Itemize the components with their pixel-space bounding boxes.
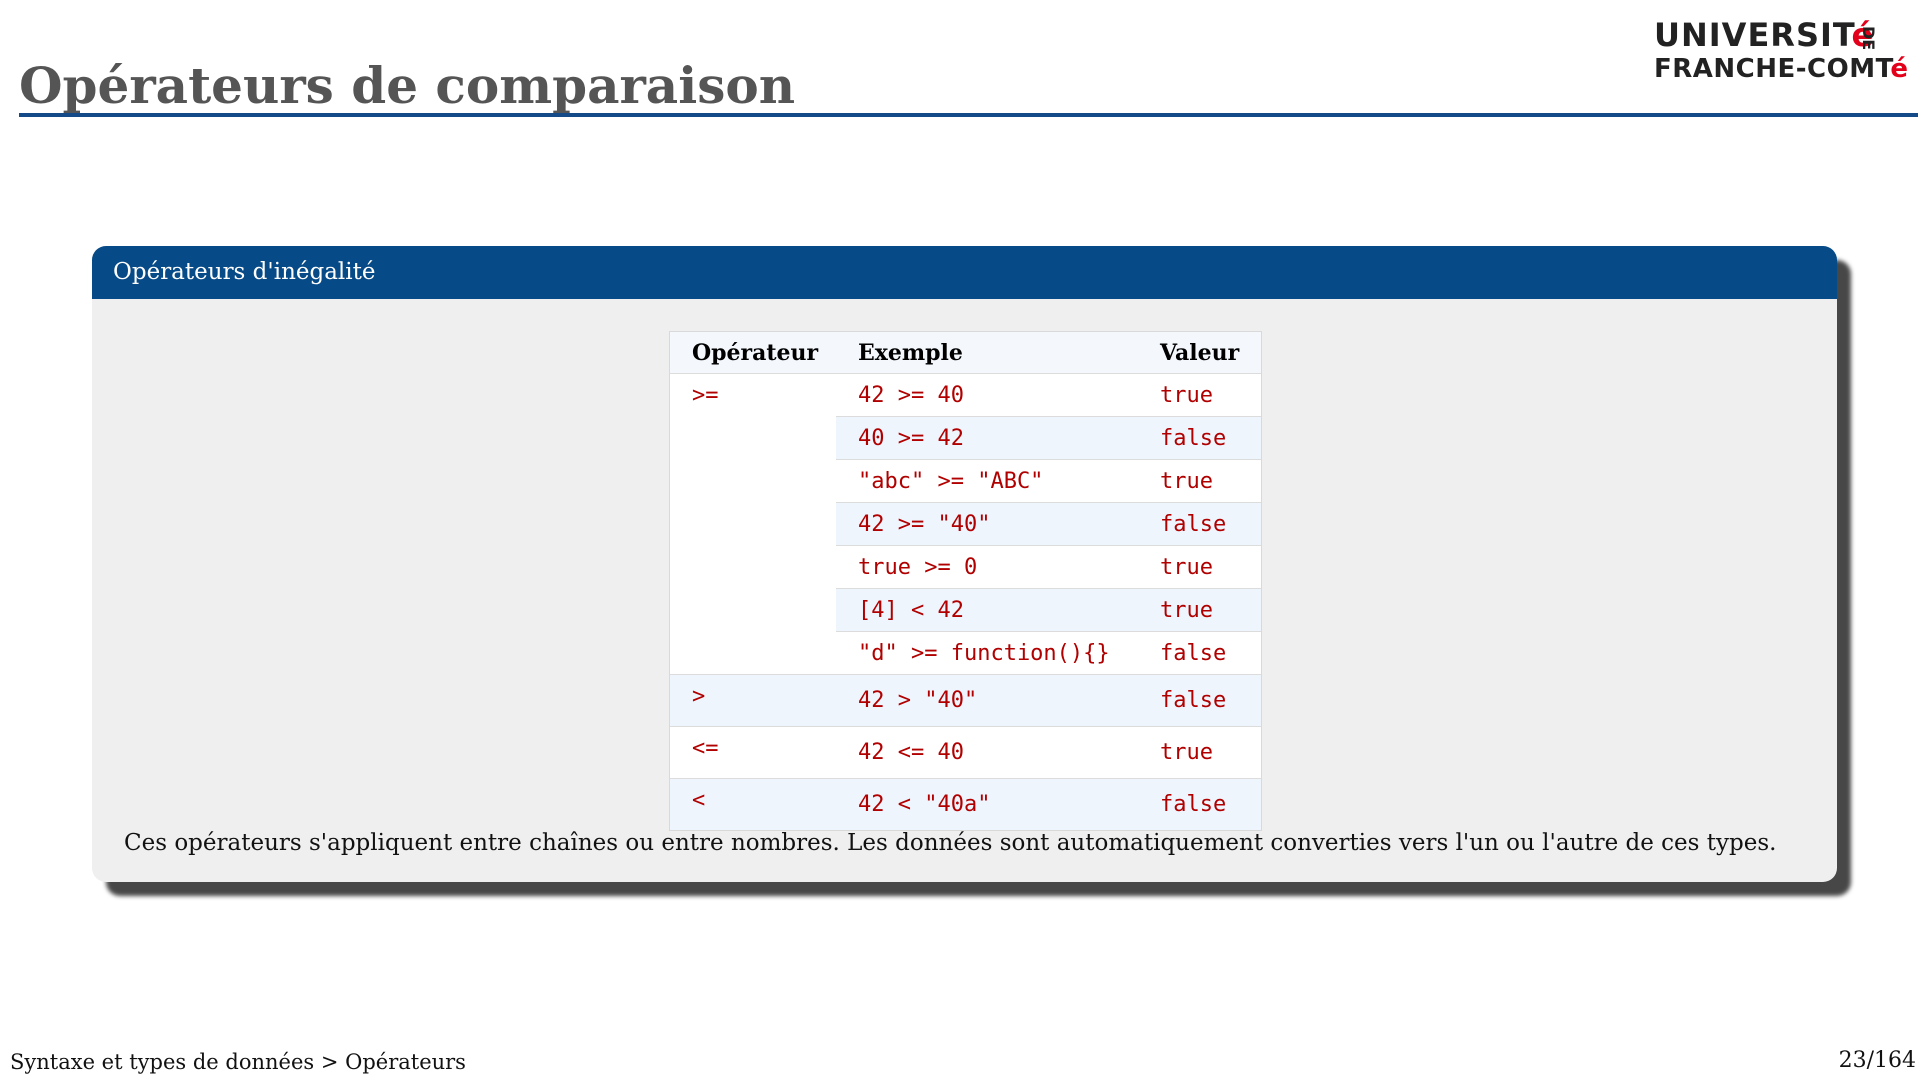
title-rule bbox=[19, 113, 1918, 117]
value-cell: true bbox=[1138, 726, 1261, 779]
operator-cell: < bbox=[670, 778, 836, 830]
example-cell: 42 >= "40" bbox=[836, 502, 1138, 546]
inequality-operators-block: Opérateurs d'inégalité Opérateur Exemple… bbox=[92, 246, 1837, 882]
example-cell: 42 < "40a" bbox=[836, 778, 1138, 830]
table-row: <= 42 <= 40 true bbox=[670, 726, 1261, 779]
value-cell: true bbox=[1138, 373, 1261, 417]
block-title: Opérateurs d'inégalité bbox=[92, 246, 1837, 299]
footer-breadcrumb: Syntaxe et types de données > Opérateurs bbox=[10, 1050, 466, 1074]
logo-side-text: DE bbox=[1859, 26, 1878, 51]
example-cell: [4] < 42 bbox=[836, 588, 1138, 632]
example-cell: 42 >= 40 bbox=[836, 373, 1138, 417]
table-row: > 42 > "40" false bbox=[670, 674, 1261, 727]
page-title: Opérateurs de comparaison bbox=[19, 56, 796, 115]
logo-accent-letter: é bbox=[1890, 54, 1909, 84]
example-cell: "d" >= function(){} bbox=[836, 631, 1138, 675]
operator-cell: > bbox=[670, 674, 836, 727]
example-cell: 42 <= 40 bbox=[836, 726, 1138, 779]
operators-table: Opérateur Exemple Valeur >= 42 >= 40 tru… bbox=[669, 331, 1262, 831]
example-cell: "abc" >= "ABC" bbox=[836, 459, 1138, 503]
university-logo: UNIVERSITé FRANCHE-COMTé DE bbox=[1650, 12, 1912, 90]
table-row: >= 42 >= 40 true bbox=[670, 373, 1261, 675]
example-cell: 40 >= 42 bbox=[836, 416, 1138, 460]
value-cell: true bbox=[1138, 588, 1261, 632]
example-cell: true >= 0 bbox=[836, 545, 1138, 589]
operator-cell: <= bbox=[670, 726, 836, 779]
value-cell: false bbox=[1138, 674, 1261, 727]
header-value: Valeur bbox=[1138, 332, 1261, 374]
block-note: Ces opérateurs s'appliquent entre chaîne… bbox=[124, 830, 1777, 856]
value-cell: false bbox=[1138, 416, 1261, 460]
operator-cell: >= bbox=[670, 373, 836, 675]
value-cell: false bbox=[1138, 778, 1261, 830]
page-number: 23/164 bbox=[1838, 1048, 1916, 1073]
value-cell: true bbox=[1138, 459, 1261, 503]
table-header-row: Opérateur Exemple Valeur bbox=[670, 332, 1261, 374]
logo-line-1: UNIVERSITé bbox=[1654, 16, 1875, 54]
value-cell: true bbox=[1138, 545, 1261, 589]
value-cell: false bbox=[1138, 631, 1261, 675]
example-cell: 42 > "40" bbox=[836, 674, 1138, 727]
logo-line-2: FRANCHE-COMTé bbox=[1654, 54, 1909, 84]
header-example: Exemple bbox=[836, 332, 1138, 374]
value-cell: false bbox=[1138, 502, 1261, 546]
table-row: < 42 < "40a" false bbox=[670, 778, 1261, 830]
header-operator: Opérateur bbox=[670, 332, 836, 374]
